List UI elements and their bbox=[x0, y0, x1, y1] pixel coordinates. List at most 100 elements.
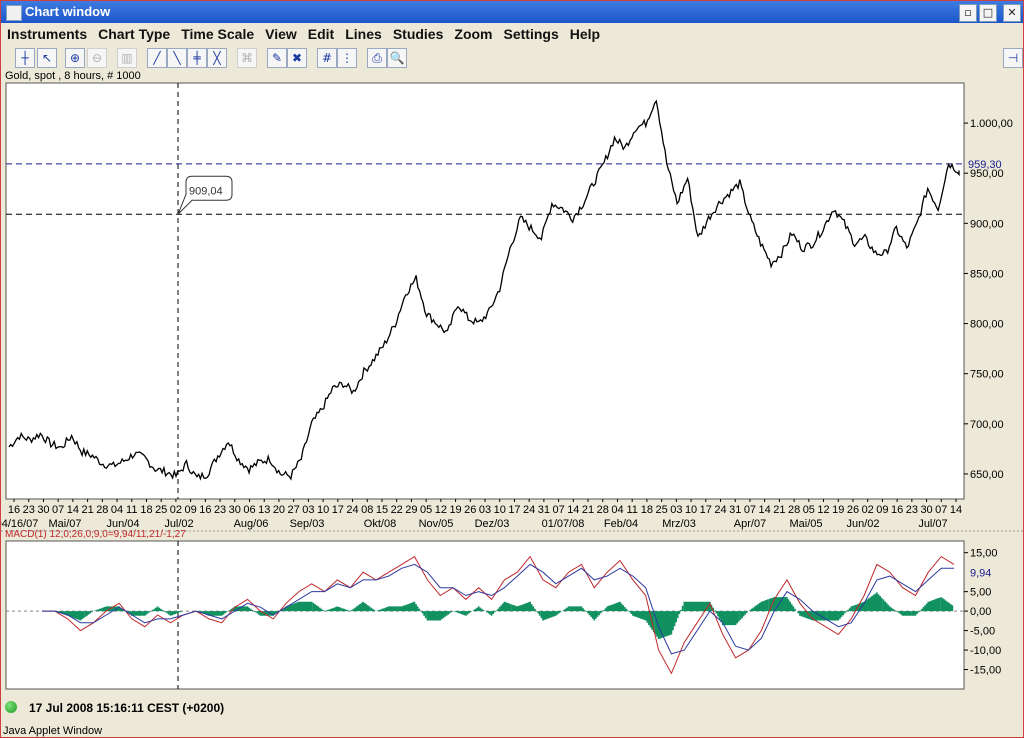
x-day-label: 14 bbox=[567, 504, 579, 516]
x-day-label: 27 bbox=[288, 504, 300, 516]
x-day-label: 07 bbox=[552, 504, 564, 516]
x-day-label: 09 bbox=[185, 504, 197, 516]
connection-status-icon bbox=[5, 701, 17, 713]
x-day-label: 28 bbox=[597, 504, 609, 516]
x-day-label: 13 bbox=[258, 504, 270, 516]
x-period-label: Nov/05 bbox=[419, 518, 454, 530]
x-day-label: 05 bbox=[420, 504, 432, 516]
x-day-label: 03 bbox=[479, 504, 491, 516]
chart-area[interactable]: 1.000,00950,00900,00850,00800,00750,0070… bbox=[1, 81, 1023, 697]
x-day-label: 23 bbox=[23, 504, 35, 516]
x-day-label: 31 bbox=[729, 504, 741, 516]
channel-icon[interactable]: ╪ bbox=[187, 48, 207, 68]
macd-current-label: 9,94 bbox=[970, 567, 991, 579]
x-day-label: 07 bbox=[744, 504, 756, 516]
print-icon[interactable]: ⎙ bbox=[367, 48, 387, 68]
x-day-label: 14 bbox=[759, 504, 771, 516]
toolbar: ┼ ↖ ⊕ ⊖ ▥ ╱ ╲ ╪ ╳ ⌘ ✎ ✖ # ⋮ ⎙ 🔍 ⊣ bbox=[1, 45, 1023, 71]
fan-icon[interactable]: ╳ bbox=[207, 48, 227, 68]
menu-studies[interactable]: Studies bbox=[387, 23, 449, 42]
x-day-label: 17 bbox=[508, 504, 520, 516]
status-datetime: 17 Jul 2008 15:16:11 CEST (+0200) bbox=[29, 701, 225, 715]
close-icon[interactable]: ✕ bbox=[1003, 4, 1021, 22]
maximize-icon[interactable]: □ bbox=[979, 4, 997, 22]
macd-y-tick-label: 0,00 bbox=[970, 606, 991, 618]
y-tick-label: 700,00 bbox=[970, 419, 1004, 431]
x-period-label: Mai/05 bbox=[789, 518, 822, 530]
x-day-label: 07 bbox=[52, 504, 64, 516]
x-day-label: 21 bbox=[582, 504, 594, 516]
x-day-label: 09 bbox=[876, 504, 888, 516]
menu-zoom[interactable]: Zoom bbox=[448, 23, 497, 42]
x-day-label: 26 bbox=[464, 504, 476, 516]
x-day-label: 26 bbox=[847, 504, 859, 516]
crosshair-icon[interactable]: ┼ bbox=[15, 48, 35, 68]
bar-chart-icon: ▥ bbox=[117, 48, 137, 68]
x-day-label: 30 bbox=[229, 504, 241, 516]
line-up-icon[interactable]: ╱ bbox=[147, 48, 167, 68]
x-day-label: 17 bbox=[332, 504, 344, 516]
macd-y-tick-label: -10,00 bbox=[970, 645, 1001, 657]
line-down-icon[interactable]: ╲ bbox=[167, 48, 187, 68]
eraser-icon[interactable]: ✎ bbox=[267, 48, 287, 68]
x-period-label: Dez/03 bbox=[475, 518, 510, 530]
y-tick-label: 850,00 bbox=[970, 268, 1004, 280]
x-day-label: 18 bbox=[641, 504, 653, 516]
disabled-tool-icon: ⌘ bbox=[237, 48, 257, 68]
macd-title: MACD(1) 12,0;26,0;9,0=9,94/11,21/-1,27 bbox=[5, 529, 186, 540]
window-title: Chart window bbox=[25, 4, 111, 19]
x-day-label: 19 bbox=[832, 504, 844, 516]
x-day-label: 30 bbox=[37, 504, 49, 516]
x-day-label: 11 bbox=[626, 504, 637, 516]
grid-icon[interactable]: # bbox=[317, 48, 337, 68]
x-day-label: 28 bbox=[788, 504, 800, 516]
menu-edit[interactable]: Edit bbox=[302, 23, 339, 42]
x-day-label: 24 bbox=[523, 504, 535, 516]
x-day-label: 25 bbox=[656, 504, 668, 516]
x-day-label: 02 bbox=[170, 504, 182, 516]
y-tick-label: 650,00 bbox=[970, 469, 1004, 481]
price-panel[interactable] bbox=[5, 82, 965, 500]
x-day-label: 24 bbox=[714, 504, 726, 516]
x-day-label: 07 bbox=[935, 504, 947, 516]
status-bar: 17 Jul 2008 15:16:11 CEST (+0200) bbox=[1, 697, 1023, 719]
x-day-label: 04 bbox=[111, 504, 123, 516]
x-period-label: Jun/02 bbox=[846, 518, 879, 530]
x-day-label: 05 bbox=[803, 504, 815, 516]
macd-y-tick-label: -15,00 bbox=[970, 665, 1001, 677]
menu-chart-type[interactable]: Chart Type bbox=[92, 23, 175, 42]
price-marker-label: 909,04 bbox=[189, 185, 223, 197]
x-day-label: 08 bbox=[361, 504, 373, 516]
grid-dots-icon[interactable]: ⋮ bbox=[337, 48, 357, 68]
macd-y-tick-label: -5,00 bbox=[970, 626, 995, 638]
x-period-label: 01/07/08 bbox=[542, 518, 585, 530]
x-period-label: Okt/08 bbox=[364, 518, 396, 530]
menu-lines[interactable]: Lines bbox=[339, 23, 387, 42]
menu-time-scale[interactable]: Time Scale bbox=[175, 23, 259, 42]
x-day-label: 20 bbox=[273, 504, 285, 516]
menu-view[interactable]: View bbox=[259, 23, 302, 42]
x-day-label: 06 bbox=[243, 504, 255, 516]
x-day-label: 12 bbox=[817, 504, 829, 516]
x-day-label: 30 bbox=[920, 504, 932, 516]
cursor-chart-icon[interactable]: ↖ bbox=[37, 48, 57, 68]
menu-instruments[interactable]: Instruments bbox=[1, 23, 92, 42]
chart-window: Chart window ▫ □ ✕ Instruments Chart Type… bbox=[0, 0, 1024, 738]
zoom-in-icon[interactable]: ⊕ bbox=[65, 48, 85, 68]
print-preview-icon[interactable]: 🔍 bbox=[387, 48, 407, 68]
x-day-label: 18 bbox=[140, 504, 152, 516]
x-day-label: 16 bbox=[199, 504, 211, 516]
menu-help[interactable]: Help bbox=[564, 23, 605, 42]
x-day-label: 24 bbox=[346, 504, 358, 516]
x-day-label: 14 bbox=[950, 504, 962, 516]
title-bar[interactable]: Chart window ▫ □ ✕ bbox=[1, 1, 1023, 23]
x-day-label: 02 bbox=[862, 504, 874, 516]
x-day-label: 15 bbox=[376, 504, 388, 516]
macd-y-tick-label: 5,00 bbox=[970, 587, 991, 599]
menu-settings[interactable]: Settings bbox=[498, 23, 564, 42]
restore-down-icon[interactable]: ▫ bbox=[959, 4, 977, 22]
x-day-label: 21 bbox=[773, 504, 785, 516]
delete-icon[interactable]: ✖ bbox=[287, 48, 307, 68]
x-period-label: Aug/06 bbox=[234, 518, 269, 530]
pin-icon[interactable]: ⊣ bbox=[1003, 48, 1023, 68]
